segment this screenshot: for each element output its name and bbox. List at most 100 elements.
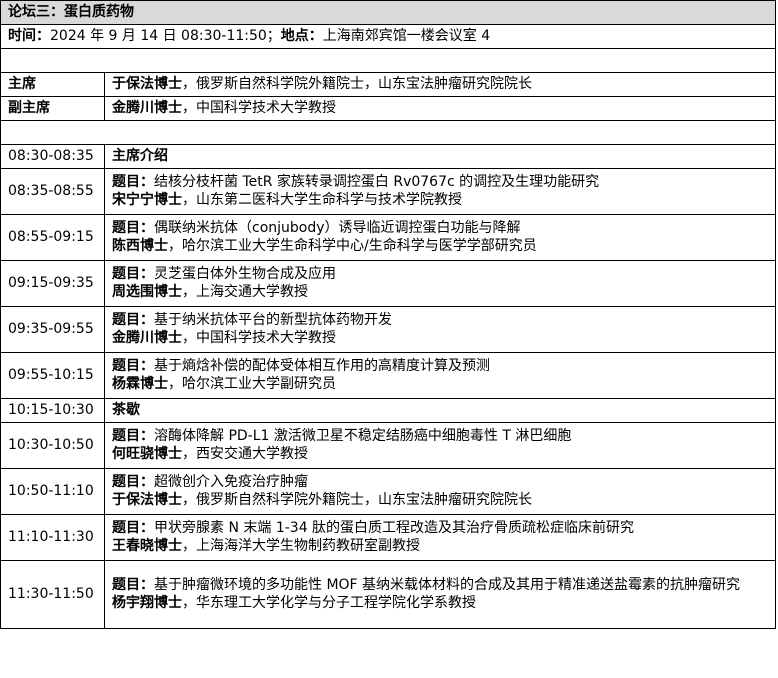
session-detail: 题目：基于肿瘤微环境的多功能性 MOF 基纳米载体材料的合成及其用于精准递送盐霉… <box>104 560 776 629</box>
speaker-line: 周选围博士，上海交通大学教授 <box>112 283 769 301</box>
session-time: 10:50-11:10 <box>0 468 105 515</box>
speaker-affiliation: ，山东第二医科大学生命科学与技术学院教授 <box>182 192 462 208</box>
time-value: 2024 年 9 月 14 日 08:30-11:50； <box>50 28 281 44</box>
blank-cell <box>0 120 776 145</box>
forum-title: 论坛三：蛋白质药物 <box>0 0 776 25</box>
session-time: 08:30-08:35 <box>0 144 105 169</box>
vice-chair-role: 副主席 <box>0 96 105 121</box>
place-value: 上海南郊宾馆一楼会议室 4 <box>322 28 491 44</box>
session-detail: 题目：偶联纳米抗体（conjubody）诱导临近调控蛋白功能与降解 陈西博士，哈… <box>104 214 776 261</box>
session-plain-label: 茶歇 <box>104 398 776 423</box>
talk-topic-line: 题目：溶酶体降解 PD-L1 激活微卫星不稳定结肠癌中细胞毒性 T 淋巴细胞 <box>112 427 769 445</box>
speaker-name: 周选围博士 <box>112 284 182 300</box>
speaker-line: 杨宇翔博士，华东理工大学化学与分子工程学院化学系教授 <box>112 594 769 612</box>
speaker-affiliation: ，西安交通大学教授 <box>182 446 308 462</box>
talk-topic-line: 题目：基于肿瘤微环境的多功能性 MOF 基纳米载体材料的合成及其用于精准递送盐霉… <box>112 576 769 594</box>
talk-topic: 偶联纳米抗体（conjubody）诱导临近调控蛋白功能与降解 <box>154 220 521 236</box>
schedule-row: 09:35-09:55 题目：基于纳米抗体平台的新型抗体药物开发 金腾川博士，中… <box>0 306 776 353</box>
speaker-affiliation: ，上海交通大学教授 <box>182 284 308 300</box>
session-time: 09:55-10:15 <box>0 352 105 399</box>
schedule-row: 08:55-09:15 题目：偶联纳米抗体（conjubody）诱导临近调控蛋白… <box>0 214 776 261</box>
session-detail: 题目：溶酶体降解 PD-L1 激活微卫星不稳定结肠癌中细胞毒性 T 淋巴细胞 何… <box>104 422 776 469</box>
talk-topic-line: 题目：偶联纳米抗体（conjubody）诱导临近调控蛋白功能与降解 <box>112 219 769 237</box>
session-time: 10:15-10:30 <box>0 398 105 423</box>
talk-topic-line: 题目：基于纳米抗体平台的新型抗体药物开发 <box>112 311 769 329</box>
talk-topic: 基于熵焓补偿的配体受体相互作用的高精度计算及预测 <box>154 358 490 374</box>
session-detail: 题目：基于熵焓补偿的配体受体相互作用的高精度计算及预测 杨霖博士，哈尔滨工业大学… <box>104 352 776 399</box>
talk-topic-line: 题目：甲状旁腺素 N 末端 1-34 肽的蛋白质工程改造及其治疗骨质疏松症临床前… <box>112 519 769 537</box>
talk-topic: 基于纳米抗体平台的新型抗体药物开发 <box>154 312 392 328</box>
talk-topic: 灵芝蛋白体外生物合成及应用 <box>154 266 336 282</box>
speaker-name: 于保法博士 <box>112 492 182 508</box>
speaker-name: 宋宁宁博士 <box>112 192 182 208</box>
talk-topic: 溶酶体降解 PD-L1 激活微卫星不稳定结肠癌中细胞毒性 T 淋巴细胞 <box>154 428 572 444</box>
topic-label: 题目： <box>112 577 154 593</box>
session-time: 11:10-11:30 <box>0 514 105 561</box>
talk-topic-line: 题目：超微创介入免疫治疗肿瘤 <box>112 473 769 491</box>
schedule-row: 11:10-11:30 题目：甲状旁腺素 N 末端 1-34 肽的蛋白质工程改造… <box>0 514 776 561</box>
speaker-line: 何旺骁博士，西安交通大学教授 <box>112 445 769 463</box>
talk-topic: 超微创介入免疫治疗肿瘤 <box>154 474 308 490</box>
speaker-affiliation: ，华东理工大学化学与分子工程学院化学系教授 <box>182 595 476 611</box>
schedule-row: 10:50-11:10 题目：超微创介入免疫治疗肿瘤 于保法博士，俄罗斯自然科学… <box>0 468 776 515</box>
session-time: 09:15-09:35 <box>0 260 105 307</box>
schedule-row: 10:30-10:50 题目：溶酶体降解 PD-L1 激活微卫星不稳定结肠癌中细… <box>0 422 776 469</box>
chair-affiliation: ，俄罗斯自然科学院外籍院士，山东宝法肿瘤研究院院长 <box>182 76 532 92</box>
speaker-affiliation: ，上海海洋大学生物制药教研室副教授 <box>182 538 420 554</box>
forum-title-row: 论坛三：蛋白质药物 <box>0 0 776 25</box>
schedule-row: 10:15-10:30 茶歇 <box>0 398 776 423</box>
talk-topic: 结核分枝杆菌 TetR 家族转录调控蛋白 Rv0767c 的调控及生理功能研究 <box>154 174 600 190</box>
topic-label: 题目： <box>112 358 154 374</box>
chair-role: 主席 <box>0 72 105 97</box>
topic-label: 题目： <box>112 474 154 490</box>
talk-topic: 基于肿瘤微环境的多功能性 MOF 基纳米载体材料的合成及其用于精准递送盐霉素的抗… <box>154 577 741 593</box>
topic-label: 题目： <box>112 220 154 236</box>
schedule-row: 09:15-09:35 题目：灵芝蛋白体外生物合成及应用 周选围博士，上海交通大… <box>0 260 776 307</box>
blank-row <box>0 48 776 73</box>
session-time: 10:30-10:50 <box>0 422 105 469</box>
speaker-name: 陈西博士 <box>112 238 168 254</box>
speaker-name: 何旺骁博士 <box>112 446 182 462</box>
chair-row: 主席 于保法博士，俄罗斯自然科学院外籍院士，山东宝法肿瘤研究院院长 <box>0 72 776 97</box>
session-time: 08:55-09:15 <box>0 214 105 261</box>
topic-label: 题目： <box>112 266 154 282</box>
time-place-row: 时间：2024 年 9 月 14 日 08:30-11:50；地点：上海南郊宾馆… <box>0 24 776 49</box>
session-time: 09:35-09:55 <box>0 306 105 353</box>
vice-chair-cell: 金腾川博士，中国科学技术大学教授 <box>104 96 776 121</box>
place-label: 地点： <box>280 28 323 44</box>
schedule-row: 08:30-08:35 主席介绍 <box>0 144 776 169</box>
talk-topic-line: 题目：灵芝蛋白体外生物合成及应用 <box>112 265 769 283</box>
session-time: 08:35-08:55 <box>0 168 105 215</box>
speaker-affiliation: ，哈尔滨工业大学副研究员 <box>168 376 336 392</box>
speaker-affiliation: ，中国科学技术大学教授 <box>182 330 336 346</box>
speaker-name: 金腾川博士 <box>112 330 182 346</box>
session-detail: 题目：基于纳米抗体平台的新型抗体药物开发 金腾川博士，中国科学技术大学教授 <box>104 306 776 353</box>
speaker-line: 宋宁宁博士，山东第二医科大学生命科学与技术学院教授 <box>112 191 769 209</box>
session-detail: 题目：灵芝蛋白体外生物合成及应用 周选围博士，上海交通大学教授 <box>104 260 776 307</box>
speaker-name: 杨霖博士 <box>112 376 168 392</box>
speaker-name: 杨宇翔博士 <box>112 595 182 611</box>
talk-topic: 甲状旁腺素 N 末端 1-34 肽的蛋白质工程改造及其治疗骨质疏松症临床前研究 <box>154 520 635 536</box>
topic-label: 题目： <box>112 428 154 444</box>
schedule-row: 08:35-08:55 题目：结核分枝杆菌 TetR 家族转录调控蛋白 Rv07… <box>0 168 776 215</box>
session-detail: 题目：超微创介入免疫治疗肿瘤 于保法博士，俄罗斯自然科学院外籍院士，山东宝法肿瘤… <box>104 468 776 515</box>
speaker-line: 金腾川博士，中国科学技术大学教授 <box>112 329 769 347</box>
speaker-line: 王春晓博士，上海海洋大学生物制药教研室副教授 <box>112 537 769 555</box>
vice-chair-name: 金腾川博士 <box>112 100 182 116</box>
blank-cell <box>0 48 776 73</box>
session-plain-label: 主席介绍 <box>104 144 776 169</box>
blank-row <box>0 120 776 145</box>
speaker-line: 陈西博士，哈尔滨工业大学生命科学中心/生命科学与医学学部研究员 <box>112 237 769 255</box>
topic-label: 题目： <box>112 520 154 536</box>
talk-topic-line: 题目：基于熵焓补偿的配体受体相互作用的高精度计算及预测 <box>112 357 769 375</box>
speaker-affiliation: ，哈尔滨工业大学生命科学中心/生命科学与医学学部研究员 <box>168 238 537 254</box>
session-time: 11:30-11:50 <box>0 560 105 629</box>
chair-name: 于保法博士 <box>112 76 182 92</box>
session-detail: 题目：甲状旁腺素 N 末端 1-34 肽的蛋白质工程改造及其治疗骨质疏松症临床前… <box>104 514 776 561</box>
speaker-affiliation: ，俄罗斯自然科学院外籍院士，山东宝法肿瘤研究院院长 <box>182 492 532 508</box>
talk-topic-line: 题目：结核分枝杆菌 TetR 家族转录调控蛋白 Rv0767c 的调控及生理功能… <box>112 173 769 191</box>
speaker-name: 王春晓博士 <box>112 538 182 554</box>
time-label: 时间： <box>8 28 50 44</box>
vice-chair-row: 副主席 金腾川博士，中国科学技术大学教授 <box>0 96 776 121</box>
time-place-cell: 时间：2024 年 9 月 14 日 08:30-11:50；地点：上海南郊宾馆… <box>0 24 776 49</box>
